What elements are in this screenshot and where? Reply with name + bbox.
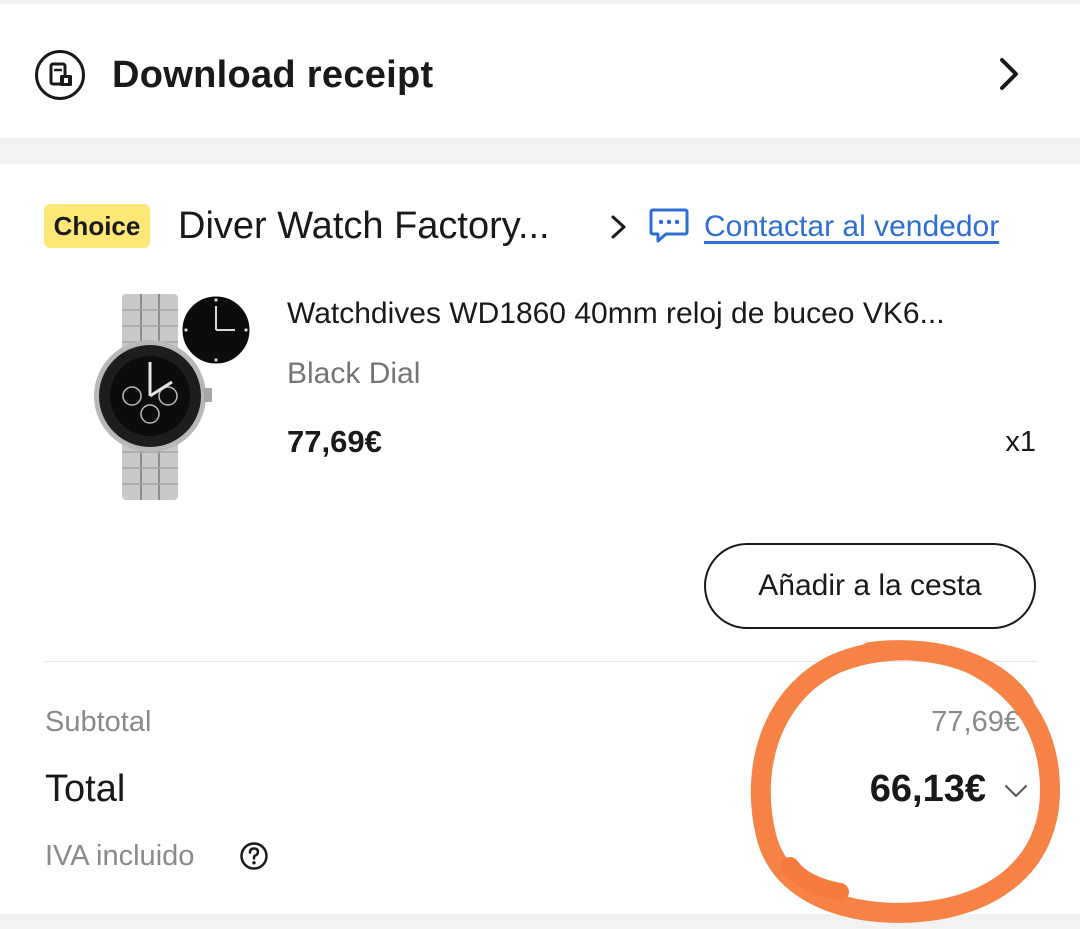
chevron-down-icon[interactable] — [1003, 782, 1029, 800]
download-receipt-title: Download receipt — [112, 54, 434, 96]
total-value[interactable]: 66,13€ — [780, 764, 986, 814]
vat-included-label: IVA incluido — [45, 840, 195, 872]
download-receipt-row[interactable]: Download receipt — [0, 4, 1080, 138]
divider — [44, 661, 1038, 662]
product-title[interactable]: Watchdives WD1860 40mm reloj de buceo VK… — [287, 294, 945, 334]
product-image[interactable] — [92, 290, 254, 504]
total-label: Total — [45, 768, 126, 810]
product-variant: Black Dial — [287, 357, 421, 390]
subtotal-value: 77,69€ — [931, 706, 1020, 738]
order-card: Choice Diver Watch Factory... Contactar … — [0, 164, 1080, 914]
add-to-cart-button[interactable]: Añadir a la cesta — [704, 543, 1036, 629]
chevron-right-icon[interactable] — [607, 212, 631, 242]
question-circle-icon[interactable] — [239, 841, 269, 871]
store-name[interactable]: Diver Watch Factory... — [178, 202, 550, 250]
product-quantity: x1 — [1005, 426, 1036, 458]
subtotal-label: Subtotal — [45, 706, 152, 738]
chat-icon[interactable] — [648, 206, 690, 246]
choice-badge: Choice — [44, 204, 150, 248]
product-price: 77,69€ — [287, 424, 382, 459]
chevron-right-icon — [1000, 58, 1018, 90]
contact-seller-link[interactable]: Contactar al vendedor — [704, 208, 999, 246]
receipt-icon — [35, 50, 85, 100]
